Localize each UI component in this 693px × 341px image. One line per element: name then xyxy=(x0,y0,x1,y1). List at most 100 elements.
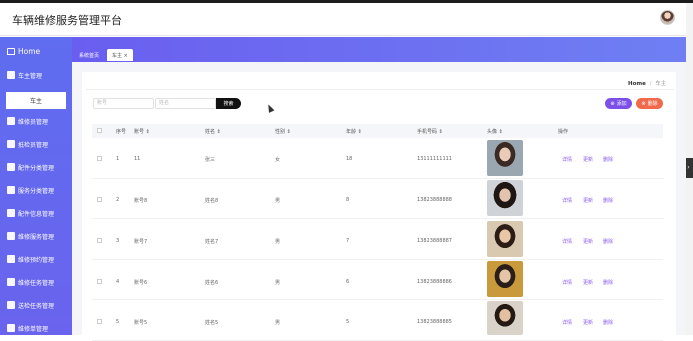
sidebar-item-repair-booking[interactable]: 维修预约管理 xyxy=(0,249,72,269)
user-avatar[interactable] xyxy=(660,10,675,25)
row-checkbox[interactable] xyxy=(97,238,102,243)
column-header-actions: 操作 xyxy=(558,129,569,135)
edit-link[interactable]: 更新 xyxy=(583,279,593,286)
row-age: 18 xyxy=(346,156,353,162)
search-button[interactable]: 搜索 xyxy=(216,98,241,109)
table-row xyxy=(92,301,663,341)
row-name: 姓名6 xyxy=(205,280,219,286)
row-checkbox[interactable] xyxy=(97,279,102,284)
detail-link[interactable]: 详情 xyxy=(562,156,572,163)
row-checkbox[interactable] xyxy=(97,319,102,324)
grid-icon xyxy=(7,232,15,240)
column-header-name[interactable]: 姓名 ⇕ xyxy=(205,128,221,135)
sidebar-item-label: 维修任务管理 xyxy=(18,279,55,287)
divider xyxy=(86,89,674,90)
detail-link[interactable]: 详情 xyxy=(562,319,572,326)
sidebar-item-label: 配件分类管理 xyxy=(18,164,55,172)
row-gender: 男 xyxy=(275,280,281,286)
breadcrumb-separator: / xyxy=(649,81,652,87)
grid-icon xyxy=(7,163,15,171)
row-name: 张三 xyxy=(205,157,216,163)
row-gender: 男 xyxy=(275,320,281,326)
row-checkbox[interactable] xyxy=(97,156,102,161)
edit-link[interactable]: 更新 xyxy=(583,197,593,204)
breadcrumb-home[interactable]: Home xyxy=(628,81,646,87)
detail-link[interactable]: 详情 xyxy=(562,279,572,286)
row-name: 姓名5 xyxy=(205,320,219,326)
detail-link[interactable]: 详情 xyxy=(562,197,572,204)
row-account: 11 xyxy=(134,156,141,162)
sidebar-item-label: 配件信息管理 xyxy=(18,210,55,218)
sidebar-item-part-info[interactable]: 配件信息管理 xyxy=(0,203,72,223)
row-no: 5 xyxy=(116,319,120,325)
table-row xyxy=(92,139,663,179)
grid-icon xyxy=(7,255,15,263)
plus-icon: ⊕ xyxy=(610,100,615,107)
delete-link[interactable]: 删除 xyxy=(603,156,613,163)
row-phone: 13823888885 xyxy=(417,319,452,325)
column-header-gender[interactable]: 性别 ⇕ xyxy=(275,128,291,135)
header: 车辆维修服务管理平台 xyxy=(0,3,686,36)
column-header-avatar[interactable]: 头像 ⇕ xyxy=(487,128,503,135)
table-row xyxy=(92,260,663,300)
sidebar-item-label: 维修单管理 xyxy=(18,325,49,333)
flag-icon xyxy=(7,209,15,217)
sidebar-item-repair-task[interactable]: 维修任务管理 xyxy=(0,272,72,292)
menu-icon xyxy=(7,117,15,125)
row-phone: 13823888887 xyxy=(417,238,452,244)
sidebar-item-part-category[interactable]: 配件分类管理 xyxy=(0,157,72,177)
row-no: 1 xyxy=(116,156,120,162)
sidebar-item-service-category[interactable]: 服务分类管理 xyxy=(0,180,72,200)
delete-link[interactable]: 删除 xyxy=(603,197,613,204)
edit-link[interactable]: 更新 xyxy=(583,319,593,326)
row-no: 2 xyxy=(116,197,120,203)
breadcrumb: Home / 车主 xyxy=(628,79,666,87)
sidebar-group-owner[interactable]: 车主管理 xyxy=(0,65,72,85)
column-header-age[interactable]: 年龄 ⇕ xyxy=(346,128,362,135)
sidebar-item-label: 维修服务管理 xyxy=(18,233,55,241)
row-account: 账号7 xyxy=(134,239,148,245)
sidebar-item-label: 车主管理 xyxy=(18,72,43,80)
detail-link[interactable]: 详情 xyxy=(562,238,572,245)
select-all-checkbox[interactable] xyxy=(97,128,102,133)
row-age: 7 xyxy=(346,238,350,244)
sidebar-item-owner[interactable]: 车主 xyxy=(6,92,66,109)
table-header xyxy=(92,124,663,138)
delete-link[interactable]: 删除 xyxy=(603,279,613,286)
sidebar: Home 车主管理 车主 维修员管理 抵检员管理 配件分类管理 服务分类管理 配… xyxy=(0,37,72,335)
delete-button[interactable]: ⊗ 删除 xyxy=(636,98,663,109)
add-button[interactable]: ⊕ 添加 xyxy=(605,98,632,109)
sidebar-item-repair-service[interactable]: 维修服务管理 xyxy=(0,226,72,246)
sidebar-item-mechanic[interactable]: 维修员管理 xyxy=(0,111,72,131)
account-search-input[interactable]: 账号 xyxy=(93,98,154,109)
column-header-account[interactable]: 账号 ⇕ xyxy=(134,128,150,135)
edit-link[interactable]: 更新 xyxy=(583,238,593,245)
edit-link[interactable]: 更新 xyxy=(583,156,593,163)
table-row xyxy=(92,220,663,260)
sidebar-item-label: 维修员管理 xyxy=(18,118,49,126)
avatar-photo xyxy=(487,180,523,216)
menu-icon xyxy=(7,324,15,332)
sidebar-item-home[interactable]: Home xyxy=(0,41,72,61)
delete-link[interactable]: 删除 xyxy=(603,319,613,326)
sidebar-item-inspector[interactable]: 抵检员管理 xyxy=(0,134,72,154)
tab-home[interactable]: 系统首页 xyxy=(74,49,104,61)
sidebar-item-label: 维修预约管理 xyxy=(18,256,55,264)
row-phone: 13823888888 xyxy=(417,197,452,203)
avatar-photo xyxy=(487,221,523,257)
sidebar-item-label: 服务分类管理 xyxy=(18,187,55,195)
column-header-phone[interactable]: 手机号码 ⇕ xyxy=(417,128,443,135)
delete-link[interactable]: 删除 xyxy=(603,238,613,245)
sidebar-item-label: 抵检员管理 xyxy=(18,141,49,149)
sidebar-item-repair-order[interactable]: 维修单管理 xyxy=(0,318,72,335)
sidebar-item-inspection-task[interactable]: 送检任务管理 xyxy=(0,295,72,315)
app-window: 车辆维修服务管理平台 › Home 车主管理 车主 维修员管理 抵检员管理 配件… xyxy=(0,0,693,341)
row-checkbox[interactable] xyxy=(97,197,102,202)
tab-owner[interactable]: 车主 × xyxy=(107,49,133,61)
row-account: 账号5 xyxy=(134,320,148,326)
row-no: 3 xyxy=(116,238,120,244)
name-search-input[interactable]: 姓名 xyxy=(155,98,216,109)
row-name: 姓名8 xyxy=(205,198,219,204)
row-phone: 13111111111 xyxy=(417,156,452,162)
sidebar-item-label: 送检任务管理 xyxy=(18,302,55,310)
